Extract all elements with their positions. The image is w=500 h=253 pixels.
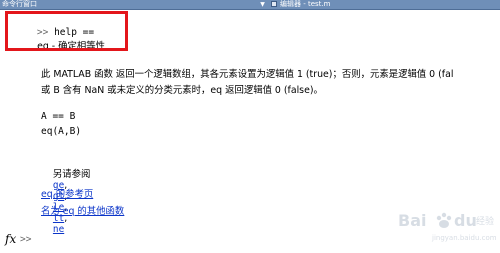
- svg-text:经验: 经验: [476, 215, 494, 227]
- svg-text:du: du: [454, 211, 477, 230]
- highlight-annotation-box: [5, 11, 128, 51]
- syntax-line-1: A == B: [41, 111, 76, 122]
- svg-text:jingyan.baidu.com: jingyan.baidu.com: [431, 234, 496, 242]
- reference-page-link[interactable]: eq 的参考页: [41, 186, 93, 200]
- baidu-watermark-logo: Bai du 经验 jingyan.baidu.com: [398, 211, 496, 242]
- see-also-line: 另请参阅 ge, gt, le, lt, ne: [52, 169, 91, 235]
- input-prompt[interactable]: >>: [20, 234, 31, 245]
- syntax-line-2: eq(A,B): [41, 126, 82, 137]
- command-window-title: 命令行窗口: [2, 0, 37, 8]
- description-line-1: 此 MATLAB 函数 返回一个逻辑数组，其各元素设置为逻辑值 1 (true)…: [41, 69, 454, 80]
- see-also-label: 另请参阅: [52, 169, 91, 180]
- command-window-titlebar: 命令行窗口 ▼ 编辑器 - test.m: [0, 0, 500, 10]
- fx-icon[interactable]: fx: [5, 232, 16, 246]
- editor-tab-title[interactable]: 编辑器 - test.m: [280, 0, 330, 9]
- editor-icon: [271, 1, 277, 7]
- chevron-down-icon[interactable]: ▼: [259, 1, 266, 8]
- svg-text:Bai: Bai: [398, 211, 426, 230]
- other-functions-link[interactable]: 名为 eq 的其他函数: [41, 203, 124, 217]
- link-ne[interactable]: ne: [53, 224, 64, 235]
- description-line-2: 或 B 含有 NaN 或未定义的分类元素时，eq 返回逻辑值 0 (false)…: [41, 85, 323, 96]
